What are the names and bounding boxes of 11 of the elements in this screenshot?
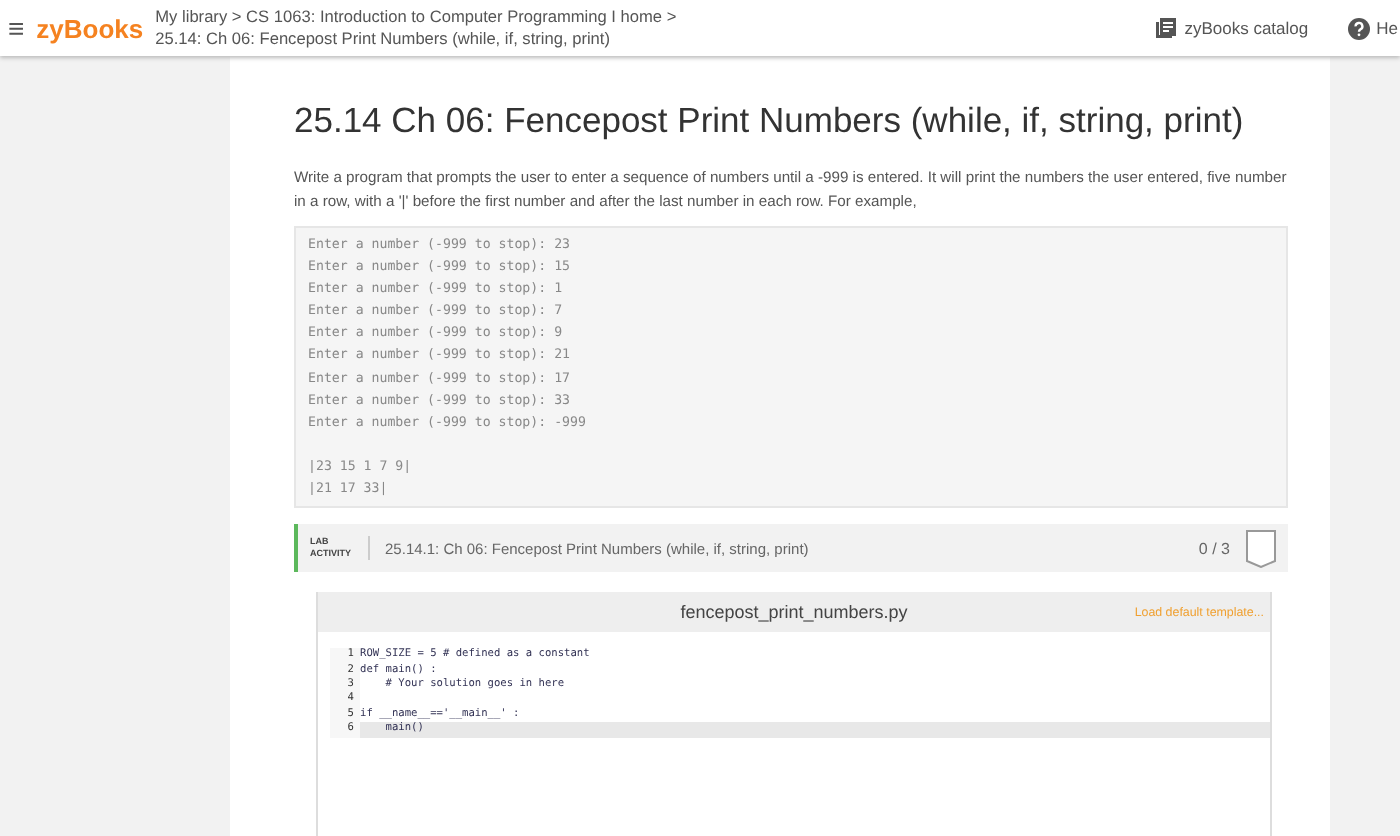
help-icon bbox=[1348, 17, 1371, 39]
completion-icon bbox=[1246, 529, 1276, 568]
score: 0 / 3 bbox=[1198, 539, 1230, 558]
help-link[interactable]: He bbox=[1348, 17, 1398, 39]
page-title: 25.14 Ch 06: Fencepost Print Numbers (while, if, string, print) bbox=[294, 100, 1246, 142]
breadcrumb-line[interactable]: My library > CS 1063: Introduction to Computer Programming I home > bbox=[155, 6, 677, 28]
menu-icon[interactable]: ≡ bbox=[8, 12, 25, 44]
book-icon bbox=[1156, 18, 1177, 38]
file-name: fencepost_print_numbers.py bbox=[680, 602, 908, 623]
catalog-link[interactable]: zyBooks catalog bbox=[1156, 18, 1309, 38]
breadcrumb-line[interactable]: 25.14: Ch 06: Fencepost Print Numbers (while, if, string, print) bbox=[155, 28, 677, 50]
